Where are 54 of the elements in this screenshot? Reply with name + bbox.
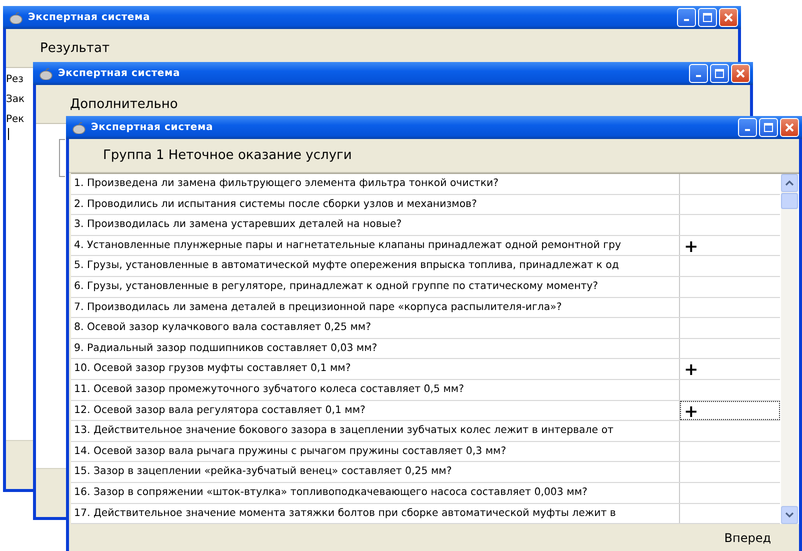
window-heading: Группа 1 Неточное оказание услуги	[103, 148, 352, 163]
question-cell: 3. Производилась ли замена устаревших деталей на новые?	[71, 215, 680, 235]
maximize-button[interactable]	[698, 8, 717, 27]
answer-cell[interactable]: +	[680, 236, 780, 256]
app-icon	[39, 68, 53, 80]
question-cell: 6. Грузы, установленные в регуляторе, принадлежат к одной группе по статическому моменту?	[71, 276, 680, 297]
question-cell: 14. Осевой зазор вала рычага пружины с рычагом пружины составляет 0,3 мм?	[71, 442, 680, 462]
window-heading: Результат	[40, 40, 110, 56]
maximize-icon	[703, 13, 712, 22]
question-cell: 4. Установленные плунжерные пары и нагнетательные клапаны принадлежат одной ремонтной гру	[71, 236, 680, 256]
app-icon	[9, 12, 23, 24]
field-label: Зак	[6, 94, 26, 106]
scrollbar[interactable]	[781, 174, 798, 524]
minimize-button[interactable]	[738, 118, 757, 137]
question-cell: 17. Действительное значение момента затяжки болтов при сборке автоматической муфты лежит в	[71, 504, 680, 524]
question-cell: 1. Произведена ли замена фильтрующего элемента фильтра тонкой очистки?	[71, 174, 680, 194]
question-cell: 7. Производилась ли замена деталей в прецизионной паре «корпуса распылителя-игла»?	[71, 298, 680, 318]
scroll-thumb[interactable]	[781, 193, 798, 209]
close-icon	[785, 123, 794, 132]
close-button[interactable]	[719, 8, 738, 27]
minimize-button[interactable]	[689, 64, 708, 83]
question-cell: 9. Радиальный зазор подшипников составляет 0,03 мм?	[71, 338, 680, 358]
app-icon	[72, 122, 86, 134]
maximize-icon	[764, 123, 773, 132]
chevron-down-icon	[785, 512, 794, 518]
question-cell: 12. Осевой зазор вала регулятора составляет 0,1 мм?	[71, 400, 680, 420]
minimize-button[interactable]	[677, 8, 696, 27]
text-field[interactable]	[59, 139, 65, 177]
question-cell: 8. Осевой зазор кулачкового вала составляет 0,25 мм?	[71, 318, 680, 338]
window-title: Экспертная система	[58, 68, 182, 79]
close-button[interactable]	[780, 118, 799, 137]
question-cell: 16. Зазор в сопряжении «шток-втулка» топливоподкачевающего насоса составляет 0,003 мм?	[71, 482, 680, 502]
next-button[interactable]: Вперед	[720, 527, 775, 550]
field-label: Рез	[6, 74, 24, 86]
maximize-button[interactable]	[710, 64, 729, 83]
question-cell: 10. Осевой зазор грузов муфты составляет 0,1 мм?	[71, 359, 680, 379]
question-cell: 5. Грузы, установленные в автоматической муфте опережения впрыска топлива, принадлежат к од	[71, 256, 680, 276]
maximize-button[interactable]	[759, 118, 778, 137]
window-title: Экспертная система	[28, 12, 152, 23]
window-heading: Дополнительно	[70, 96, 178, 112]
question-cell: 15. Зазор в зацеплении «рейка-зубчатый венец» составляет 0,25 мм?	[71, 462, 680, 482]
window-title: Экспертная система	[91, 122, 214, 133]
close-button[interactable]	[731, 64, 750, 83]
maximize-icon	[715, 69, 724, 78]
answer-cell[interactable]: +	[680, 359, 780, 379]
field-label: Рек	[6, 114, 26, 126]
close-icon	[736, 69, 745, 78]
question-cell: 11. Осевой зазор промежуточного зубчатого колеса составляет 0,5 мм?	[71, 380, 680, 400]
question-cell: 13. Действительное значение бокового зазора в зацеплении зубчатых колес лежит в интервале от	[71, 421, 680, 441]
text-cursor	[8, 128, 9, 140]
answer-cell[interactable]: +	[680, 400, 780, 420]
question-cell: 2. Проводились ли испытания системы после сборки узлов и механизмов?	[71, 194, 680, 214]
close-icon	[724, 13, 733, 22]
chevron-up-icon	[785, 180, 794, 186]
